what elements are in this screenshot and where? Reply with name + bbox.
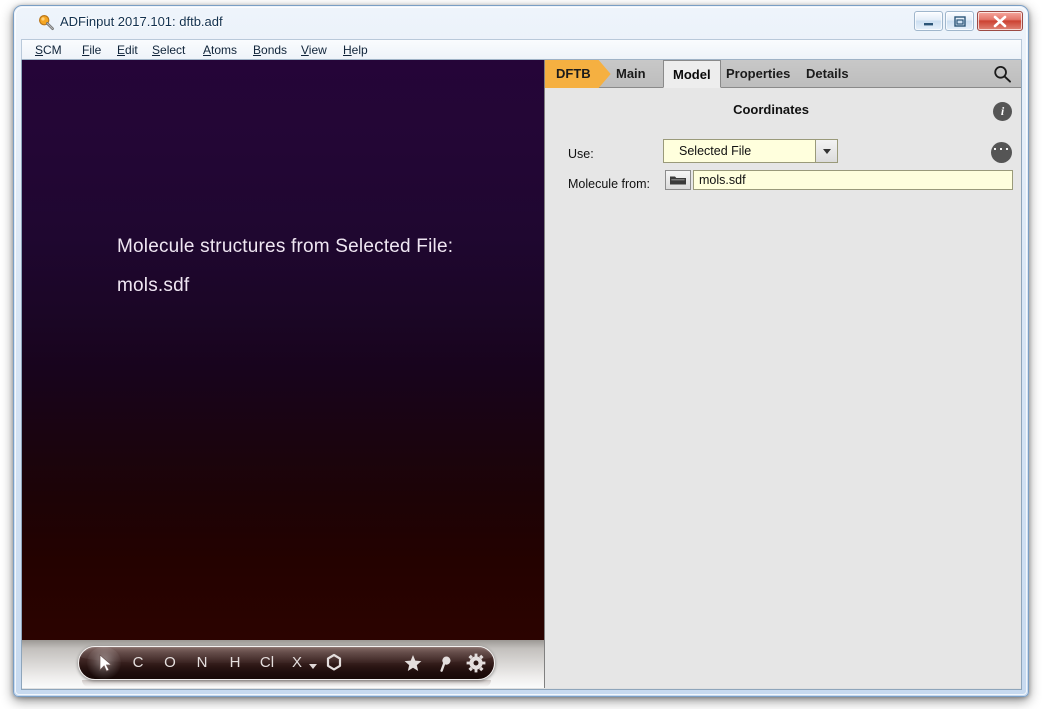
adf-magnifier-icon [38, 14, 55, 31]
molecule-viewport[interactable]: Molecule structures from Selected File: … [22, 60, 544, 688]
menu-scm[interactable]: SCM [30, 42, 67, 59]
menu-bar: SCM File Edit Select Atoms Bonds View He… [21, 39, 1022, 60]
tab-model[interactable]: Model [663, 60, 721, 88]
title-bar[interactable]: ADFinput 2017.101: dftb.adf [14, 6, 1028, 37]
tab-details[interactable]: Details [797, 60, 858, 88]
viewport-message-line1: Molecule structures from Selected File: [117, 236, 454, 257]
cursor-arrow-icon [99, 654, 113, 672]
folder-icon [670, 176, 686, 185]
magnifier-icon [440, 656, 451, 672]
element-x-dropdown-icon[interactable] [307, 647, 319, 679]
molecule-edit-toolbar: C O N H Cl X [78, 646, 495, 680]
menu-file[interactable]: File [77, 42, 106, 59]
menu-view[interactable]: View [296, 42, 332, 59]
menu-select[interactable]: Select [147, 42, 190, 59]
application-window: ADFinput 2017.101: dftb.adf SCM File Edi… [13, 5, 1029, 697]
section-title-coordinates: Coordinates [733, 102, 809, 117]
info-icon-glyph: i [1000, 104, 1005, 118]
hydrogen-tool[interactable]: H [224, 647, 246, 679]
menu-edit[interactable]: Edit [112, 42, 143, 59]
oxygen-tool[interactable]: O [159, 647, 181, 679]
viewport-message-line2: mols.sdf [117, 275, 190, 296]
favorites-tool[interactable] [401, 647, 425, 679]
ring-tool[interactable] [322, 647, 346, 679]
other-element-tool[interactable]: X [286, 647, 308, 679]
use-dropdown-value: Selected File [679, 144, 752, 158]
maximize-button[interactable] [945, 11, 974, 31]
toolbar-reflection [82, 680, 491, 687]
info-icon[interactable]: i [993, 102, 1012, 121]
close-button[interactable] [977, 11, 1023, 31]
menu-help[interactable]: Help [338, 42, 373, 59]
menu-atoms[interactable]: Atoms [198, 42, 242, 59]
ellipsis-glyph: ⋯ [992, 139, 1011, 159]
gear-icon [466, 653, 486, 673]
tab-bar: DFTB Main Model Properties Details [545, 60, 1021, 88]
preferences-tool[interactable] [464, 647, 488, 679]
tab-dftb[interactable]: DFTB [545, 60, 611, 88]
hexagon-ring-icon [326, 653, 342, 671]
chlorine-tool[interactable]: Cl [255, 647, 279, 679]
folder-browse-button[interactable] [665, 170, 691, 190]
panel-body: Coordinates i ⋯ Use: Selected File Molec… [545, 88, 1021, 687]
use-dropdown[interactable]: Selected File [663, 139, 838, 163]
client-area: Molecule structures from Selected File: … [21, 60, 1022, 690]
desktop-background: ADFinput 2017.101: dftb.adf SCM File Edi… [0, 0, 1042, 709]
select-cursor-tool[interactable] [87, 647, 121, 679]
molecule-from-value: mols.sdf [699, 173, 746, 187]
minimize-button[interactable] [914, 11, 943, 31]
star-icon [404, 655, 422, 671]
search-icon[interactable] [992, 64, 1013, 85]
use-label: Use: [568, 147, 594, 161]
molecule-from-label: Molecule from: [568, 177, 650, 191]
ellipsis-more-icon[interactable]: ⋯ [991, 139, 1012, 163]
menu-bonds[interactable]: Bonds [248, 42, 292, 59]
molecule-from-input[interactable]: mols.sdf [693, 170, 1013, 190]
search-structure-tool[interactable] [433, 647, 457, 679]
nitrogen-tool[interactable]: N [191, 647, 213, 679]
carbon-tool[interactable]: C [127, 647, 149, 679]
settings-panel: DFTB Main Model Properties Details Coord… [544, 60, 1021, 688]
tab-properties[interactable]: Properties [717, 60, 799, 88]
window-title: ADFinput 2017.101: dftb.adf [60, 14, 223, 29]
tab-main[interactable]: Main [607, 60, 655, 88]
chevron-down-icon[interactable] [815, 140, 837, 162]
